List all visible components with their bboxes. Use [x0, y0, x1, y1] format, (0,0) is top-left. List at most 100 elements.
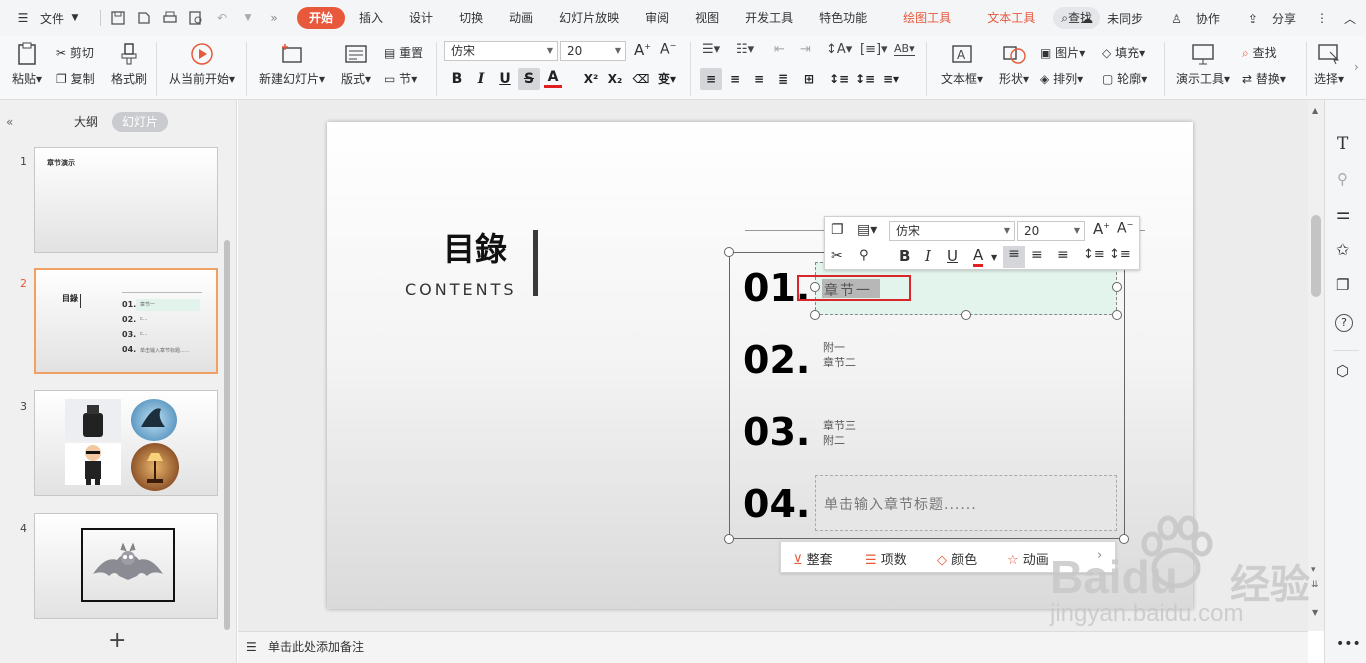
arrange-button[interactable]: ◈ 排列▾ [1040, 70, 1083, 87]
help-icon[interactable]: ? [1335, 314, 1353, 332]
chevron-down-icon[interactable]: ▼ [66, 9, 84, 27]
tab-developer[interactable]: 开发工具 [733, 7, 805, 29]
line-spacing-button[interactable]: ↕≡ [828, 68, 850, 90]
slide-thumbnail-1[interactable]: 章节演示 [34, 147, 218, 253]
file-menu[interactable]: 文件 [40, 10, 64, 27]
tab-review[interactable]: 审阅 [633, 7, 681, 29]
section-button[interactable]: ▭ 节▾ [384, 70, 417, 87]
notes-placeholder[interactable]: 单击此处添加备注 [268, 640, 364, 654]
numbered-list-icon[interactable]: ☷▾ [736, 42, 754, 57]
resize-handle[interactable] [1112, 310, 1122, 320]
print-icon[interactable] [161, 9, 179, 27]
superscript-button[interactable]: X² [580, 68, 602, 90]
scroll-up-icon[interactable]: ▲ [1312, 106, 1318, 115]
subscript-button[interactable]: X₂ [604, 68, 626, 90]
text-direction-icon[interactable]: ↕A▾ [826, 42, 852, 57]
find-button[interactable]: ⌕ 查找 [1242, 44, 1277, 61]
justify-button[interactable]: ≣ [772, 68, 794, 90]
collapse-ribbon-icon[interactable]: ︿ [1344, 10, 1356, 27]
share-button[interactable]: ⇪ 分享 [1234, 10, 1296, 27]
text-style-icon[interactable]: T [1337, 134, 1348, 154]
bullet-list-icon[interactable]: ☰▾ [702, 42, 720, 57]
paste-icon[interactable]: ▤▾ [857, 222, 877, 238]
slide-thumbnail-4[interactable] [34, 513, 218, 619]
italic-button[interactable]: I [470, 68, 492, 90]
underline-button[interactable]: U [494, 68, 516, 90]
brush-icon[interactable]: ⚲ [859, 248, 869, 263]
cube-icon[interactable]: ⬡ [1336, 362, 1349, 380]
collapse-panel-icon[interactable]: « [6, 112, 13, 132]
scroll-thumb[interactable] [1311, 215, 1321, 297]
print-preview-icon[interactable] [187, 9, 205, 27]
export-pdf-icon[interactable] [135, 9, 153, 27]
save-icon[interactable] [109, 9, 127, 27]
thumbnail-scrollbar[interactable] [224, 240, 230, 630]
float-line-spacing-button[interactable]: ↕≡ [1083, 247, 1105, 262]
lightbulb-icon[interactable]: ⚲ [1337, 170, 1348, 188]
float-align-right-button[interactable]: ≡ [1057, 247, 1069, 263]
font-size-select[interactable]: 20 ▼ [560, 41, 626, 61]
tab-features[interactable]: 特色功能 [807, 7, 879, 29]
undo-icon[interactable]: ↶ [213, 9, 231, 27]
float-underline-button[interactable]: U [947, 247, 958, 265]
text-spacing-icon[interactable]: AB▾ [894, 42, 915, 56]
slide-thumbnail-2[interactable]: 目錄 01. 章节一 02. c... 03. c... 04. 单击输入章节标… [34, 268, 218, 374]
paste-button[interactable]: 粘贴▾ [10, 42, 44, 87]
item-3-line-2[interactable]: 附二 [823, 433, 845, 449]
format-painter-button[interactable]: 格式刷 [108, 42, 150, 87]
paragraph-spacing-button[interactable]: ↕≡ [854, 68, 876, 90]
collaborate-button[interactable]: ♙ 协作 [1157, 10, 1220, 27]
tab-transitions[interactable]: 切换 [447, 7, 495, 29]
align-text-icon[interactable]: [≡]▾ [860, 42, 888, 57]
present-tools-button[interactable]: 演示工具▾ [1172, 42, 1234, 87]
notes-pane[interactable]: ☰ 单击此处添加备注 [238, 631, 1308, 663]
sync-button[interactable]: ☁ 未同步 [1067, 10, 1143, 27]
tab-insert[interactable]: 插入 [347, 7, 395, 29]
chapter-four-placeholder-text[interactable]: 单击输入章节标题...... [824, 494, 977, 514]
sliders-icon[interactable]: ⚌ [1336, 204, 1350, 223]
tab-slides[interactable]: 幻灯片 [112, 112, 169, 132]
line-spacing-more-button[interactable]: ≡▾ [880, 68, 902, 90]
decrease-indent-icon[interactable]: ⇤ [774, 42, 785, 57]
float-bold-button[interactable]: B [899, 247, 910, 265]
tab-slideshow[interactable]: 幻灯片放映 [547, 7, 631, 29]
outline-button[interactable]: ▢ 轮廓▾ [1102, 70, 1147, 87]
reset-button[interactable]: ▤ 重置 [384, 44, 423, 61]
select-button[interactable]: 选择▾ [1312, 42, 1346, 87]
item-2-line-2[interactable]: 章节二 [823, 355, 856, 371]
new-slide-button[interactable]: 新建幻灯片▾ [254, 42, 330, 87]
play-from-current-button[interactable]: 从当前开始▾ [164, 42, 240, 87]
fill-button[interactable]: ◇ 填充▾ [1102, 44, 1145, 61]
align-left-button[interactable]: ≡ [700, 68, 722, 90]
pin-star-icon[interactable]: ✩ [1336, 240, 1349, 259]
redo-chevron-icon[interactable]: ▼ [239, 9, 257, 27]
resize-handle[interactable] [810, 310, 820, 320]
replace-button[interactable]: ⇄ 替换▾ [1242, 70, 1286, 87]
float-font-name-select[interactable]: 仿宋 ▼ [889, 221, 1015, 241]
item-3-line-1[interactable]: 章节三 [823, 418, 856, 434]
resize-handle[interactable] [724, 534, 734, 544]
copy-pane-icon[interactable]: ❐ [1336, 276, 1349, 294]
item-count-button[interactable]: ☰ 项数 [865, 549, 907, 568]
clear-format-icon[interactable]: ⌫ [630, 68, 652, 90]
strikethrough-button[interactable]: S [518, 68, 540, 90]
item-2-line-1[interactable]: 附一 [823, 340, 845, 356]
float-font-color-button[interactable]: A [973, 247, 984, 267]
slide-subtitle[interactable]: CONTENTS [405, 280, 517, 299]
layout-button[interactable]: 版式▾ [336, 42, 376, 87]
template-set-button[interactable]: ⊻ 整套 [793, 549, 833, 568]
ribbon-scroll-right-icon[interactable]: › [1354, 60, 1359, 74]
increase-font-icon[interactable]: A+ [634, 41, 651, 59]
increase-indent-icon[interactable]: ⇥ [800, 42, 811, 57]
slide-title[interactable]: 目錄 [443, 224, 507, 270]
float-paragraph-spacing-button[interactable]: ↕≡ [1109, 247, 1131, 262]
font-color-button[interactable]: A [544, 68, 562, 88]
hamburger-menu-icon[interactable]: ☰ [14, 9, 32, 27]
bold-button[interactable]: B [446, 68, 468, 90]
tab-outline[interactable]: 大纲 [74, 112, 98, 132]
float-align-center-button[interactable]: ≡ [1031, 247, 1043, 263]
chevron-down-icon[interactable]: ▼ [991, 253, 997, 262]
more-vertical-icon[interactable]: ⋮ [1316, 11, 1328, 25]
decrease-font-icon[interactable]: A− [660, 41, 676, 58]
tab-design[interactable]: 设计 [397, 7, 445, 29]
